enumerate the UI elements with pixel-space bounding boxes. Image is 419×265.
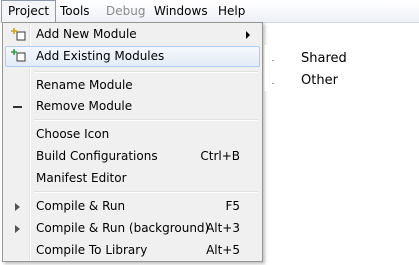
minus-icon [11, 96, 27, 117]
menu-item-compile-run-background[interactable]: Compile & Run (background) Alt+3 [5, 218, 260, 239]
add-existing-module-icon [11, 47, 27, 68]
shortcut-label: Ctrl+B [200, 149, 240, 163]
submenu-item-shared[interactable]: Shared [301, 49, 347, 69]
menu-debug: Debug [106, 4, 146, 18]
submenu-dot [272, 60, 274, 61]
add-module-icon [11, 24, 27, 45]
play-icon [11, 218, 27, 239]
menu-project[interactable]: Project [1, 0, 57, 22]
menu-bar: Project Tools Debug Windows Help [0, 0, 419, 23]
project-dropdown-menu: Add New Module Add Existing Modules Rena… [2, 22, 263, 262]
menu-item-label: Remove Module [36, 99, 133, 113]
menu-separator [34, 119, 258, 121]
menu-item-manifest-editor[interactable]: Manifest Editor [5, 168, 260, 189]
menu-windows[interactable]: Windows [148, 0, 214, 22]
menu-separator [34, 71, 258, 73]
menu-item-compile-run[interactable]: Compile & Run F5 [5, 196, 260, 217]
menu-separator [34, 191, 258, 193]
menu-item-label: Compile To Library [36, 243, 148, 257]
play-icon [11, 196, 27, 217]
menu-item-label: Add Existing Modules [36, 49, 165, 63]
menu-item-label: Compile & Run (background) [36, 221, 210, 235]
shortcut-label: Alt+5 [206, 243, 240, 257]
menu-item-build-configurations[interactable]: Build Configurations Ctrl+B [5, 146, 260, 167]
submenu-arrow-icon [246, 31, 250, 39]
submenu-item-other[interactable]: Other [301, 71, 338, 91]
shortcut-label: Alt+3 [206, 221, 240, 235]
add-new-module-submenu: Shared Other [264, 45, 419, 91]
menu-item-choose-icon[interactable]: Choose Icon [5, 124, 260, 145]
menu-item-label: Compile & Run [36, 199, 126, 213]
menu-item-label: Choose Icon [36, 127, 110, 141]
menu-item-add-new-module[interactable]: Add New Module [5, 24, 260, 45]
menu-item-label: Add New Module [36, 27, 137, 41]
menu-item-label: Rename Module [36, 78, 133, 92]
menu-item-label: Manifest Editor [36, 171, 127, 185]
menu-item-compile-to-library[interactable]: Compile To Library Alt+5 [5, 240, 260, 261]
shortcut-label: F5 [225, 199, 240, 213]
menu-help[interactable]: Help [212, 0, 251, 22]
menu-tools[interactable]: Tools [54, 0, 96, 22]
submenu-dot [272, 83, 274, 84]
menu-item-rename-module[interactable]: Rename Module [5, 75, 260, 96]
menu-item-add-existing-modules[interactable]: Add Existing Modules [5, 46, 260, 67]
menu-item-remove-module[interactable]: Remove Module [5, 96, 260, 117]
menu-item-label: Build Configurations [36, 149, 158, 163]
